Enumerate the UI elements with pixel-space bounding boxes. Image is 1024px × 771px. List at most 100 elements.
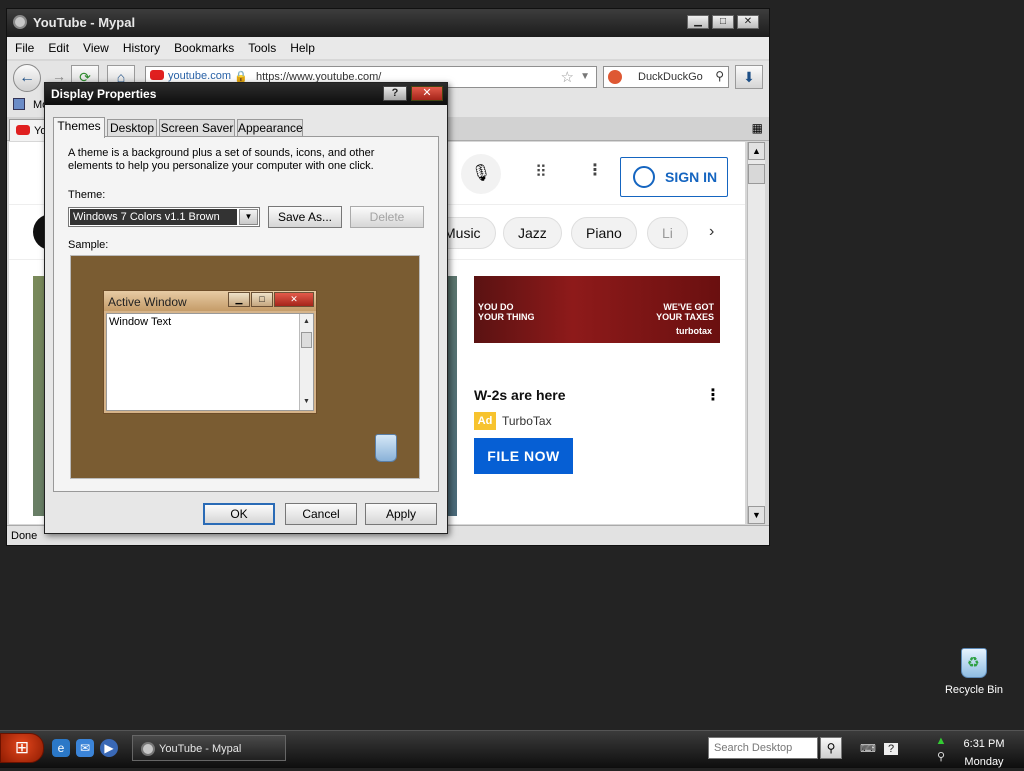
help-icon[interactable]: ? (884, 743, 898, 755)
tab-themes[interactable]: Themes (53, 117, 105, 138)
chevron-down-icon[interactable]: ▼ (239, 209, 258, 225)
sample-scroll-up-icon: ▲ (303, 318, 310, 325)
menu-edit[interactable]: Edit (40, 37, 75, 55)
sample-label: Sample: (68, 239, 109, 251)
dialog-close-button[interactable]: ✕ (411, 86, 443, 101)
mypal-app-icon (141, 742, 155, 756)
file-now-button[interactable]: FILE NOW (474, 438, 573, 474)
search-box[interactable]: DuckDuckGo ⚲ (603, 66, 729, 88)
theme-dropdown[interactable]: Windows 7 Colors v1.1 Brown ▼ (68, 207, 260, 227)
chip-piano[interactable]: Piano (571, 217, 637, 249)
dialog-titlebar[interactable]: Display Properties ? ✕ (45, 83, 447, 105)
sample-close-icon: ✕ (274, 292, 314, 307)
youtube-favicon-icon (150, 70, 164, 80)
ad-banner-brand: turbotax (676, 326, 712, 336)
search-icon[interactable]: ⚲ (715, 69, 724, 83)
ad-banner-image[interactable]: YOU DO YOUR THING WE'VE GOT YOUR TAXES t… (474, 276, 720, 343)
sample-scrollbar: ▲ ▼ (299, 314, 313, 410)
sample-window-title: Active Window (108, 295, 187, 309)
media-player-icon[interactable]: ▶ (100, 739, 118, 757)
theme-sample-preview: Active Window ▁ □ ✕ Window Text ▲ ▼ (70, 255, 420, 479)
mail-icon[interactable]: ✉ (76, 739, 94, 757)
sample-active-window: Active Window ▁ □ ✕ Window Text ▲ ▼ (103, 290, 317, 414)
dialog-title: Display Properties (51, 87, 157, 101)
clock-time: 6:31 PM (963, 738, 1005, 750)
url-dropdown-icon[interactable]: ▼ (580, 71, 590, 82)
ad-more-icon[interactable]: ⋮ (705, 385, 721, 405)
ok-button[interactable]: OK (203, 503, 275, 525)
start-button[interactable]: ⊞ (0, 733, 44, 763)
clock-day: Monday (964, 756, 1004, 768)
ad-badge: Ad (474, 412, 496, 430)
status-text: Done (11, 530, 38, 542)
account-icon (633, 166, 655, 188)
menu-bar: File Edit View History Bookmarks Tools Help (7, 37, 769, 59)
recycle-bin-label: Recycle Bin (944, 684, 1004, 696)
help-button[interactable]: ? (383, 86, 407, 101)
search-icon[interactable]: ⚲ (820, 737, 842, 759)
minimize-button[interactable]: ▁ (687, 15, 709, 29)
sample-window-text: Window Text (109, 316, 172, 328)
ad-title[interactable]: W-2s are here (474, 387, 566, 403)
ad-banner-left-text: YOU DO YOUR THING (478, 302, 535, 322)
internet-explorer-icon[interactable]: e (52, 739, 70, 757)
chip-jazz[interactable]: Jazz (503, 217, 562, 249)
chip-live[interactable]: Li (647, 217, 688, 249)
browser-title: YouTube - Mypal (33, 15, 136, 30)
themes-panel: A theme is a background plus a set of so… (53, 136, 439, 492)
back-button[interactable]: ← (13, 64, 41, 92)
sign-in-button[interactable]: SIGN IN (620, 157, 728, 197)
tab-appearance[interactable]: Appearance (237, 119, 303, 137)
sample-maximize-icon: □ (251, 292, 273, 307)
maximize-button[interactable]: □ (712, 15, 734, 29)
theme-selected-value: Windows 7 Colors v1.1 Brown (70, 209, 237, 225)
cancel-button[interactable]: Cancel (285, 503, 357, 525)
save-as-button[interactable]: Save As... (268, 206, 342, 228)
keyboard-icon[interactable]: ⌨ (860, 743, 876, 755)
site-identity[interactable]: youtube.com (150, 70, 231, 82)
browser-titlebar[interactable]: YouTube - Mypal ▁ □ ✕ (7, 9, 769, 37)
menu-history[interactable]: History (115, 37, 166, 55)
ad-brand: TurboTax (502, 414, 552, 428)
apps-grid-icon[interactable]: ⠿ (535, 162, 547, 182)
mypal-app-icon (13, 15, 27, 29)
apply-button[interactable]: Apply (365, 503, 437, 525)
scroll-up-icon[interactable]: ▲ (748, 142, 765, 160)
menu-file[interactable]: File (7, 37, 40, 55)
menu-tools[interactable]: Tools (240, 37, 282, 55)
downloads-button[interactable]: ⬇ (735, 65, 763, 89)
network-icon[interactable]: ▲ (934, 735, 948, 747)
tab-grid-icon[interactable]: ▦ (752, 121, 763, 135)
close-button[interactable]: ✕ (737, 15, 759, 29)
sample-minimize-icon: ▁ (228, 292, 250, 307)
search-tray-icon[interactable]: ⚲ (934, 751, 948, 763)
scrollbar-thumb[interactable] (748, 164, 765, 184)
taskbar-item-mypal[interactable]: YouTube - Mypal (132, 735, 286, 761)
recycle-bin[interactable]: Recycle Bin (942, 648, 1006, 696)
bookmark-star-icon[interactable]: ☆ (561, 68, 574, 86)
sample-scroll-down-icon: ▼ (303, 398, 310, 405)
duckduckgo-icon[interactable] (608, 70, 622, 84)
desktop-search-input[interactable]: Search Desktop (708, 737, 818, 759)
microphone-icon[interactable]: 🎙 (461, 154, 501, 194)
menu-help[interactable]: Help (282, 37, 321, 55)
taskbar: ⊞ e ✉ ▶ YouTube - Mypal Search Desktop ⚲… (0, 730, 1024, 768)
tab-desktop[interactable]: Desktop (107, 119, 157, 137)
menu-view[interactable]: View (75, 37, 115, 55)
search-engine-label: DuckDuckGo (638, 71, 703, 83)
bookmark-icon (13, 98, 25, 110)
vertical-scrollbar[interactable]: ▲ ▼ (747, 142, 765, 524)
clock[interactable]: 6:31 PM Monday (962, 735, 1006, 771)
chevron-right-icon[interactable]: › (709, 223, 714, 241)
youtube-favicon-icon (16, 125, 30, 135)
scroll-down-icon[interactable]: ▼ (748, 506, 765, 524)
delete-button: Delete (350, 206, 424, 228)
sample-recycle-bin-icon (375, 434, 397, 462)
theme-description: A theme is a background plus a set of so… (68, 147, 375, 172)
recycle-bin-icon (961, 648, 987, 678)
theme-label: Theme: (68, 189, 106, 201)
more-vertical-icon[interactable]: ⋮ (587, 160, 603, 180)
tab-screen-saver[interactable]: Screen Saver (159, 119, 235, 137)
sample-scroll-thumb (301, 332, 312, 348)
menu-bookmarks[interactable]: Bookmarks (166, 37, 240, 55)
